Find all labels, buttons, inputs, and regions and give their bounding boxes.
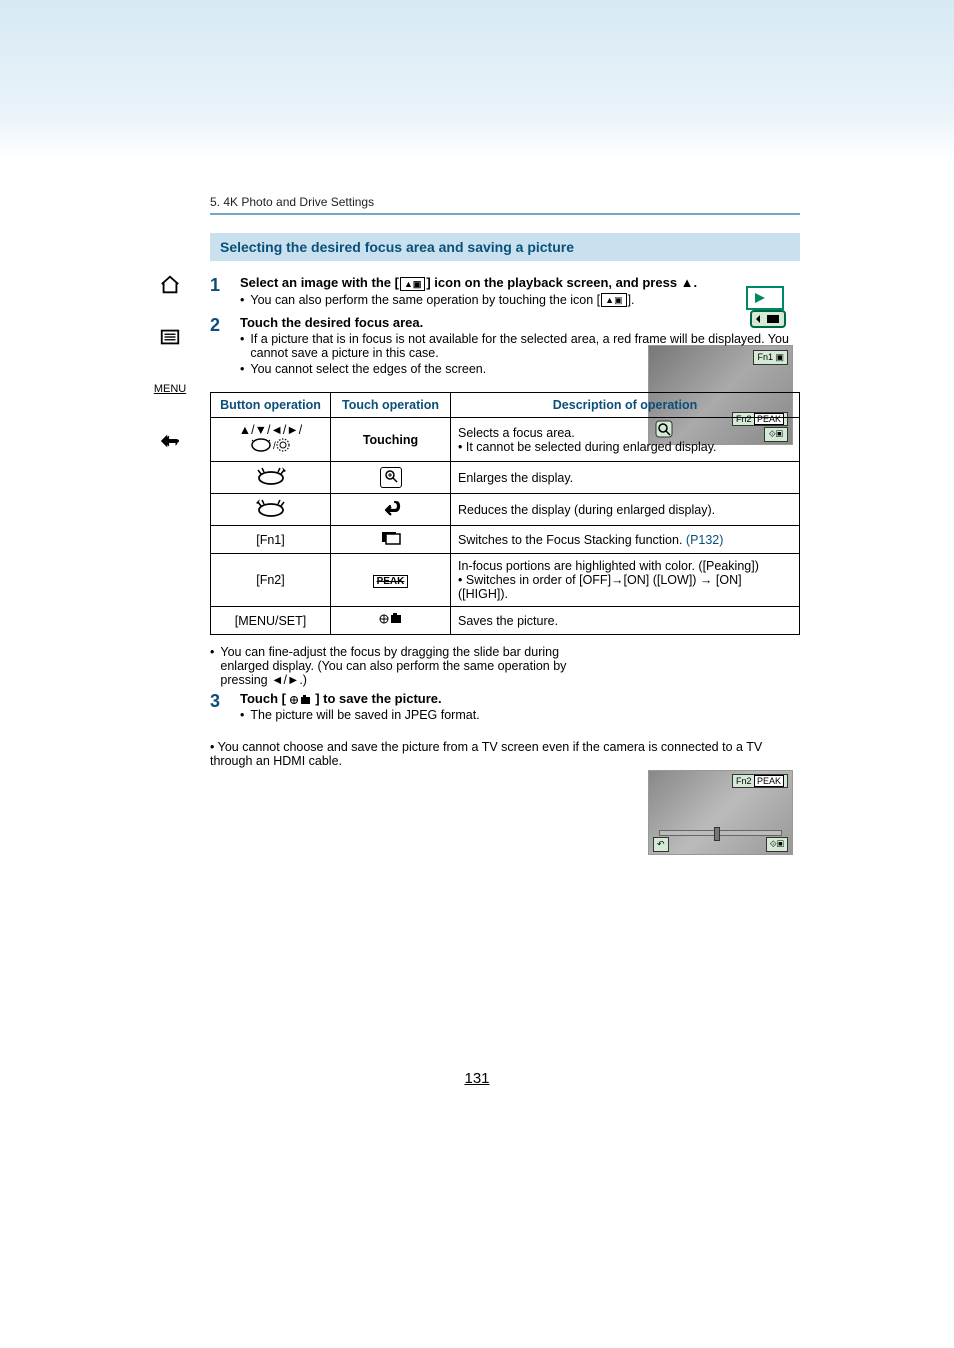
step-3: 3 Touch [ ] to save the picture. The pic… [210, 691, 800, 722]
save-touch-icon [290, 694, 312, 706]
cell-btn [211, 462, 331, 494]
step-3-title: Touch [ ] to save the picture. [240, 691, 800, 706]
zoom-in-dial-icon [256, 467, 286, 485]
cell-desc: Switches to the Focus Stacking function.… [451, 526, 800, 554]
step-3-bullet-1: The picture will be saved in JPEG format… [240, 708, 800, 722]
section-heading: Selecting the desired focus area and sav… [210, 233, 800, 261]
cell-touch [331, 526, 451, 554]
step-2-bullet-2: You cannot select the edges of the scree… [240, 362, 800, 376]
cell-touch [331, 462, 451, 494]
fine-adjust-note: You can fine-adjust the focus by draggin… [210, 645, 610, 687]
footnote: • You cannot choose and save the picture… [210, 740, 800, 768]
step-1-title: Select an image with the [▲▣] icon on th… [240, 275, 800, 291]
zoom-preview: Fn2 PEAK ↶ ⟐▣ [648, 770, 793, 855]
cell-btn: [Fn2] [211, 554, 331, 607]
zoom-out-dial-icon [256, 499, 286, 517]
table-row: Reduces the display (during enlarged dis… [211, 494, 800, 526]
save-icon [379, 612, 403, 626]
th-button-op: Button operation [211, 393, 331, 418]
cell-desc: Saves the picture. [451, 607, 800, 635]
cell-btn: [MENU/SET] [211, 607, 331, 635]
step-2: 2 Touch the desired focus area. If a pic… [210, 315, 800, 376]
breadcrumb: 5. 4K Photo and Drive Settings [210, 195, 800, 215]
cell-desc: Enlarges the display. [451, 462, 800, 494]
step-2-title: Touch the desired focus area. [240, 315, 800, 330]
dial-icon: / [251, 437, 291, 453]
magnify-icon [380, 467, 402, 488]
focus-bracket-icon-2: ▲▣ [601, 293, 626, 307]
list-icon[interactable] [155, 322, 185, 352]
peak-icon: PEAK [373, 575, 409, 588]
link-p132[interactable]: (P132) [686, 533, 724, 547]
menu-label[interactable]: MENU [155, 374, 185, 404]
operations-table: Button operation Touch operation Descrip… [210, 392, 800, 635]
cell-desc: Selects a focus area. • It cannot be sel… [451, 418, 800, 462]
focus-bracket-icon: ▲▣ [400, 277, 425, 291]
step-2-number: 2 [210, 315, 226, 376]
back-badge: ↶ [653, 837, 669, 852]
home-icon[interactable] [155, 270, 185, 300]
step-2-bullet-1: If a picture that is in focus is not ava… [240, 332, 800, 360]
zoom-slider [659, 830, 782, 836]
back-arrow-icon [381, 500, 401, 516]
table-row: ▲/▼/◄/►/ / Touching Selects a focus area… [211, 418, 800, 462]
cell-btn: [Fn1] [211, 526, 331, 554]
main-content: 5. 4K Photo and Drive Settings Selecting… [210, 195, 800, 768]
svg-text:/: / [273, 441, 276, 452]
cell-touch [331, 607, 451, 635]
cell-touch [331, 494, 451, 526]
cell-desc: Reduces the display (during enlarged dis… [451, 494, 800, 526]
table-row: [MENU/SET] Saves the picture. [211, 607, 800, 635]
back-icon[interactable] [155, 426, 185, 456]
th-desc: Description of operation [451, 393, 800, 418]
table-row: [Fn1] Switches to the Focus Stacking fun… [211, 526, 800, 554]
cell-btn [211, 494, 331, 526]
side-nav: MENU [150, 270, 190, 456]
step-3-number: 3 [210, 691, 226, 722]
stack-icon [381, 531, 401, 545]
table-header-row: Button operation Touch operation Descrip… [211, 393, 800, 418]
th-touch-op: Touch operation [331, 393, 451, 418]
cell-desc: In-focus portions are highlighted with c… [451, 554, 800, 607]
fn2-peak-badge-2: Fn2 PEAK [732, 774, 788, 788]
cell-touch: Touching [331, 418, 451, 462]
step-1: 1 Select an image with the [▲▣] icon on … [210, 275, 800, 307]
page-number: 131 [0, 1070, 954, 1087]
header-gradient [0, 0, 954, 160]
cell-touch: PEAK [331, 554, 451, 607]
table-row: Enlarges the display. [211, 462, 800, 494]
save-badge-2: ⟐▣ [766, 837, 788, 852]
table-row: [Fn2] PEAK In-focus portions are highlig… [211, 554, 800, 607]
cell-btn: ▲/▼/◄/►/ / [211, 418, 331, 462]
step-1-number: 1 [210, 275, 226, 307]
step-1-bullet-1: You can also perform the same operation … [240, 293, 800, 308]
